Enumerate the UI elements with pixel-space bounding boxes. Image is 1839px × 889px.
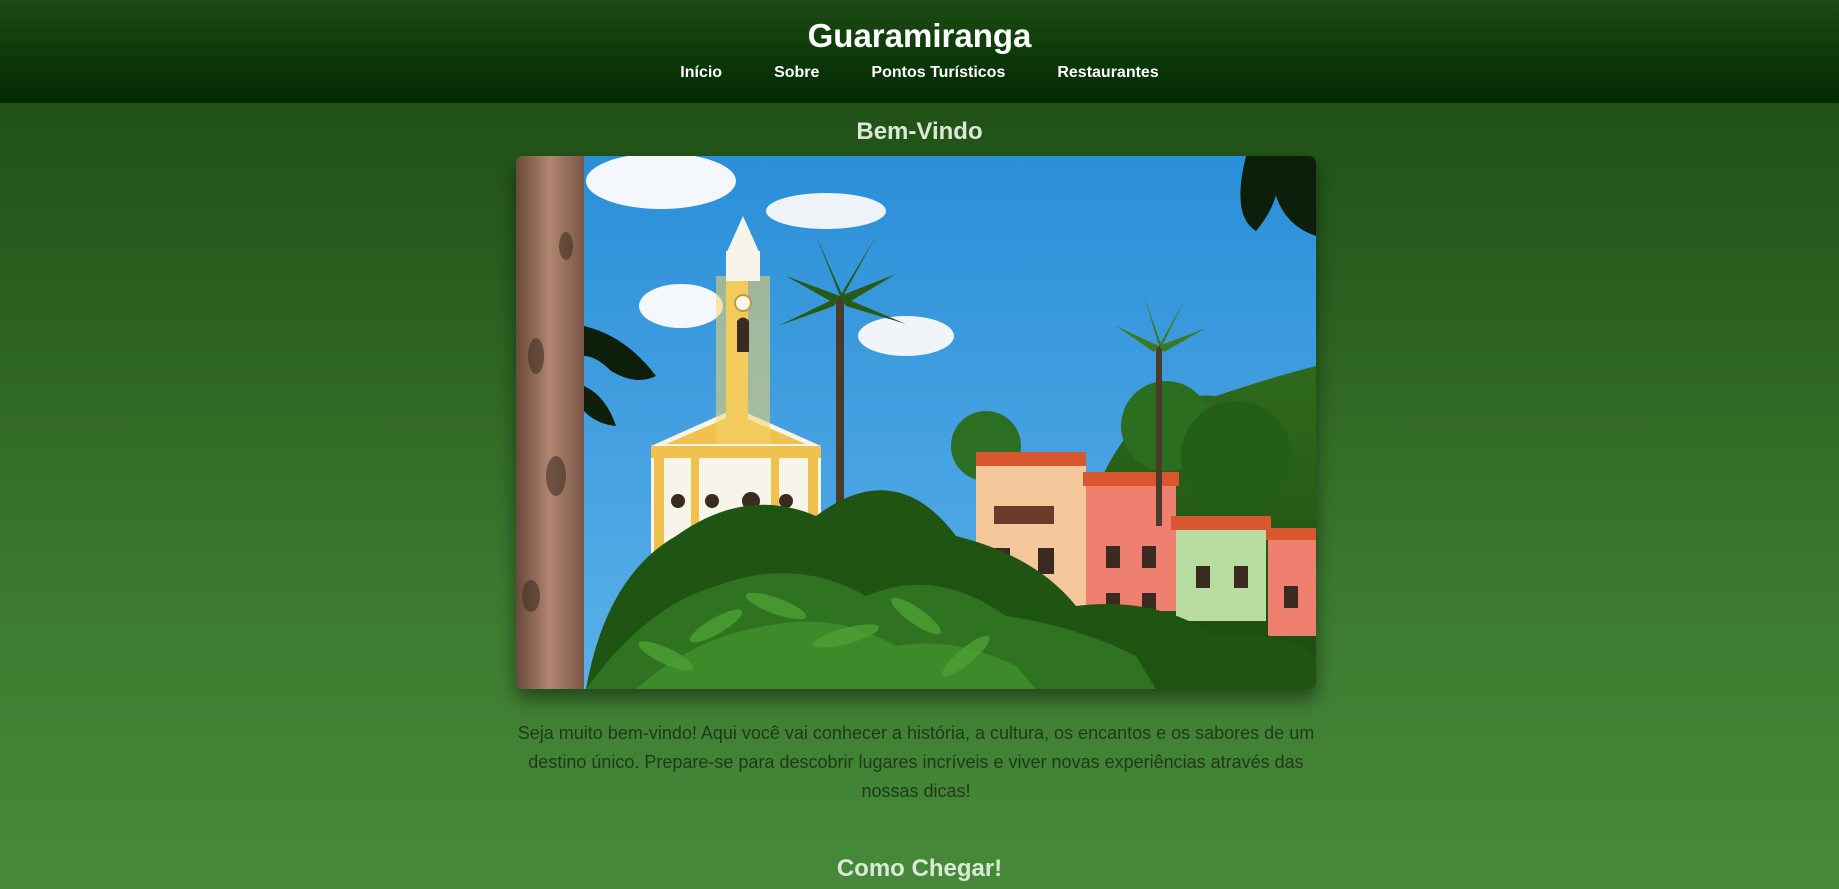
nav-link-pontos-turisticos[interactable]: Pontos Turísticos — [871, 62, 1005, 84]
how-to-get-heading: Como Chegar! — [836, 855, 1003, 882]
welcome-heading: Bem-Vindo — [856, 118, 983, 145]
nav-link-restaurantes[interactable]: Restaurantes — [1057, 62, 1158, 84]
welcome-text: Seja muito bem-vindo! Aqui você vai conh… — [517, 723, 1315, 801]
hero-image — [516, 156, 1316, 689]
main-nav: Início Sobre Pontos Turísticos Restauran… — [0, 62, 1839, 84]
site-header: Guaramiranga Início Sobre Pontos Turísti… — [0, 0, 1839, 103]
site-title: Guaramiranga — [807, 17, 1032, 54]
nav-link-sobre[interactable]: Sobre — [774, 62, 819, 84]
nav-link-inicio[interactable]: Início — [680, 62, 722, 84]
